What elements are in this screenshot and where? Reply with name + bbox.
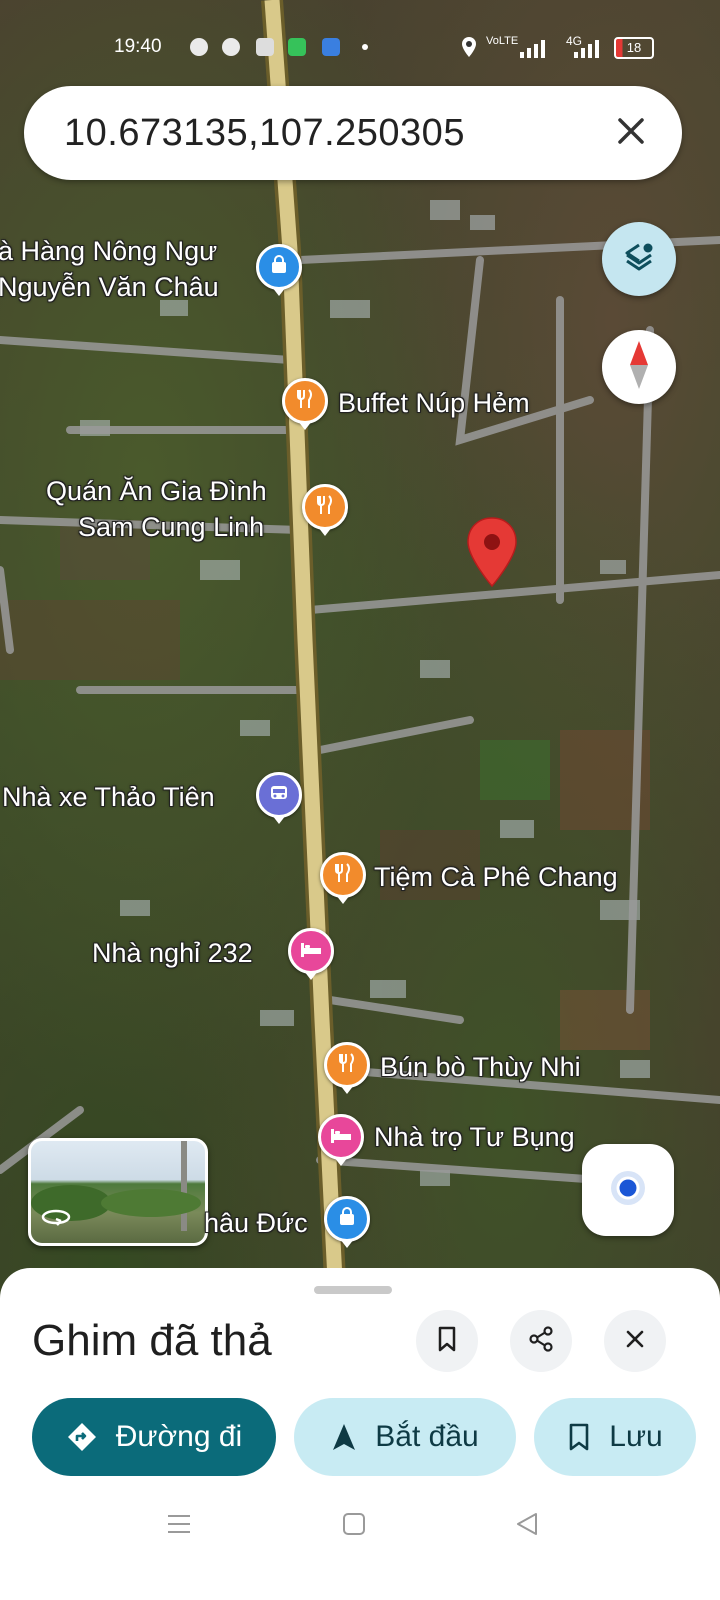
close-icon <box>622 1326 648 1357</box>
poi-label[interactable]: Bún bò Thùy Nhi <box>380 1050 581 1084</box>
app-icon <box>322 38 340 56</box>
location-icon <box>460 36 478 64</box>
my-location-button[interactable] <box>582 1144 674 1236</box>
shopping-bag-icon <box>268 254 290 281</box>
layers-button[interactable] <box>602 222 676 296</box>
bed-icon <box>329 1124 353 1151</box>
fork-knife-icon <box>294 388 316 415</box>
share-button[interactable] <box>510 1310 572 1372</box>
compass-button[interactable] <box>602 330 676 404</box>
messenger-icon <box>190 38 208 56</box>
close-sheet-button[interactable] <box>604 1310 666 1372</box>
app-icon <box>288 38 306 56</box>
save-label: Lưu <box>609 1420 663 1453</box>
poi-label[interactable]: Quán Ăn Gia Đình <box>46 474 267 508</box>
bookmark-icon <box>567 1422 591 1452</box>
poi-label[interactable]: à Hàng Nông Ngư <box>0 234 217 268</box>
rotate-360-icon <box>39 1207 73 1232</box>
home-icon[interactable] <box>342 1512 366 1541</box>
volte-label: VoLTE <box>486 35 519 47</box>
poi-food-marker[interactable] <box>302 484 348 536</box>
start-button[interactable]: Bắt đầu <box>294 1398 516 1476</box>
messenger-icon <box>222 38 240 56</box>
app-icon <box>256 38 274 56</box>
poi-shopping-marker[interactable] <box>324 1196 370 1248</box>
search-query[interactable]: 10.673135,107.250305 <box>64 112 465 155</box>
poi-food-marker[interactable] <box>324 1042 370 1094</box>
fork-knife-icon <box>336 1052 358 1079</box>
compass-icon <box>624 339 654 396</box>
poi-label[interactable]: hâu Đức <box>204 1206 308 1240</box>
navigation-arrow-icon <box>331 1422 357 1452</box>
directions-icon <box>66 1421 98 1453</box>
battery-level: 18 <box>626 40 642 55</box>
poi-lodging-marker[interactable] <box>318 1114 364 1166</box>
poi-label[interactable]: Buffet Núp Hẻm <box>338 386 530 420</box>
poi-transit-marker[interactable] <box>256 772 302 824</box>
status-bar: 19:40 VoLTE 4G 18 <box>0 32 720 64</box>
poi-label[interactable]: Nhà trọ Tư Bụng <box>374 1120 575 1154</box>
dropped-pin-icon[interactable] <box>466 516 518 593</box>
poi-label[interactable]: Tiệm Cà Phê Chang <box>374 860 618 894</box>
bus-icon <box>268 782 290 809</box>
place-title: Ghim đã thả <box>32 1316 272 1365</box>
save-button[interactable]: Lưu <box>534 1398 696 1476</box>
back-icon[interactable] <box>514 1512 540 1541</box>
menu-icon[interactable] <box>166 1512 192 1541</box>
start-label: Bắt đầu <box>375 1420 479 1453</box>
share-icon <box>527 1325 555 1358</box>
poi-label[interactable]: Nhà nghỉ 232 <box>92 936 253 970</box>
poi-shopping-marker[interactable] <box>256 244 302 296</box>
shopping-bag-icon <box>336 1206 358 1233</box>
my-location-icon <box>608 1168 648 1213</box>
drag-handle[interactable] <box>314 1286 392 1294</box>
battery-icon: 18 <box>614 37 654 59</box>
signal-icon <box>574 38 604 64</box>
poi-label[interactable]: Nguyễn Văn Châu <box>0 270 219 304</box>
search-bar[interactable]: 10.673135,107.250305 <box>24 86 682 180</box>
save-icon-button[interactable] <box>416 1310 478 1372</box>
poi-label[interactable]: Sam Cung Linh <box>78 510 264 544</box>
bookmark-icon <box>435 1325 459 1358</box>
street-view-thumbnail[interactable] <box>28 1138 208 1246</box>
system-nav-bar <box>0 1504 720 1552</box>
fork-knife-icon <box>314 494 336 521</box>
signal-icon <box>520 38 550 64</box>
directions-button[interactable]: Đường đi <box>32 1398 276 1476</box>
dot-icon <box>362 44 368 50</box>
poi-lodging-marker[interactable] <box>288 928 334 980</box>
status-time: 19:40 <box>114 36 162 57</box>
fork-knife-icon <box>332 862 354 889</box>
poi-food-marker[interactable] <box>320 852 366 904</box>
poi-food-marker[interactable] <box>282 378 328 430</box>
close-icon[interactable] <box>608 108 654 154</box>
directions-label: Đường đi <box>115 1420 243 1453</box>
bed-icon <box>299 938 323 965</box>
layers-icon <box>619 237 659 282</box>
poi-label[interactable]: Nhà xe Thảo Tiên <box>2 780 215 814</box>
